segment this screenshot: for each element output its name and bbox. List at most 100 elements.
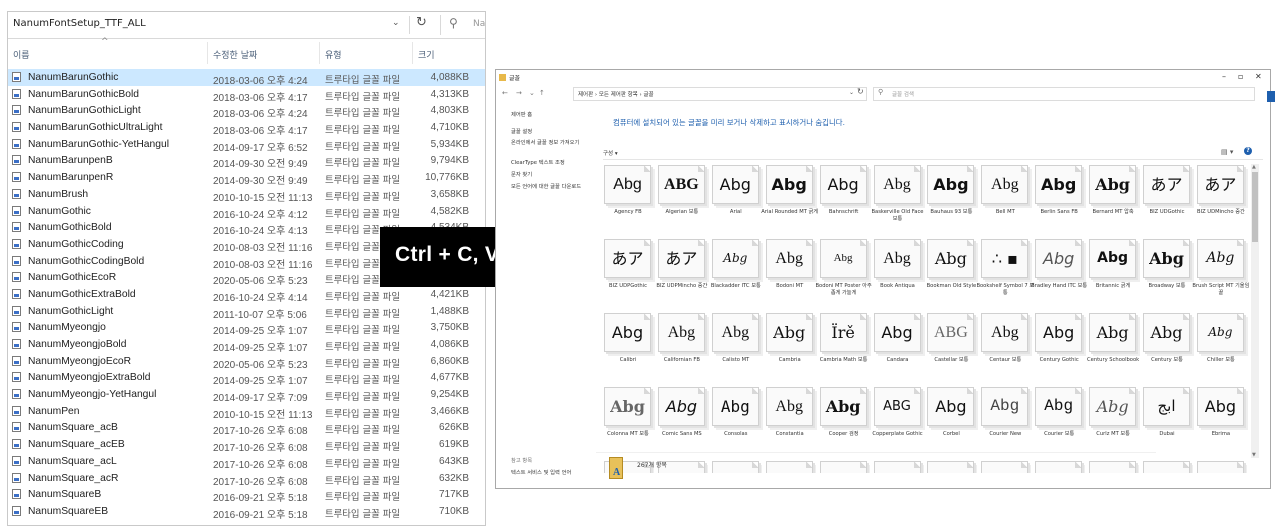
font-tile[interactable]: Abg Ebrima bbox=[1195, 387, 1247, 457]
font-tile[interactable]: Abg Agency FB bbox=[602, 165, 654, 235]
font-tile[interactable]: Abg Bodoni MT bbox=[764, 239, 816, 309]
font-tile[interactable]: Abg Arial bbox=[710, 165, 762, 235]
font-tile[interactable]: Abg Calisto MT bbox=[710, 313, 762, 383]
file-row[interactable]: NanumBarunpenB 2014-09-30 오전 9:49 트루타입 글꼴 … bbox=[8, 152, 485, 170]
close-button[interactable]: ✕ bbox=[1255, 72, 1262, 81]
font-tile[interactable]: ABG Castellar 보통 bbox=[925, 313, 977, 383]
font-tile[interactable]: Abg Courier New bbox=[979, 387, 1031, 457]
font-tile[interactable]: Abg Arial Rounded MT 굵게 bbox=[761, 165, 818, 235]
file-row[interactable]: NanumMyeongjoEcoR 2020-05-06 오후 5:23 트루타입 … bbox=[8, 353, 485, 371]
help-icon[interactable]: ? bbox=[1244, 147, 1252, 155]
column-date[interactable]: 수정한 날짜 bbox=[213, 48, 257, 61]
back-arrow-icon[interactable]: ← bbox=[502, 89, 508, 97]
font-tile[interactable]: Abg Bauhaus 93 보통 bbox=[925, 165, 977, 235]
file-row[interactable]: NanumBrush 2010-10-15 오전 11:13 트루타입 글꼴 파일 3… bbox=[8, 186, 485, 204]
font-tile[interactable]: Abg Bookman Old Style bbox=[925, 239, 977, 309]
scrollbar-thumb[interactable] bbox=[1252, 172, 1258, 242]
file-row[interactable]: NanumSquare_acEB 2017-10-26 오후 6:08 트루타입 글… bbox=[8, 436, 485, 454]
font-tile[interactable]: Abg Californian FB bbox=[656, 313, 708, 383]
column-divider[interactable] bbox=[207, 42, 208, 64]
font-tile[interactable]: Abg Book Antiqua bbox=[872, 239, 924, 309]
refresh-icon[interactable]: ↻ bbox=[416, 15, 427, 30]
address-dropdown-icon[interactable]: ⌄ bbox=[392, 18, 400, 28]
file-row[interactable]: NanumBarunGothicLight 2018-03-06 오후 4:24 트… bbox=[8, 102, 485, 120]
sidebar-link-font-settings[interactable]: 글꼴 설정 bbox=[511, 129, 591, 136]
column-size[interactable]: 크기 bbox=[418, 48, 435, 61]
font-tile[interactable]: Abg Consolas bbox=[710, 387, 762, 457]
font-tile[interactable]: Abg Constantia bbox=[764, 387, 816, 457]
file-row[interactable]: NanumBarunGothicUltraLight 2018-03-06 오후 … bbox=[8, 119, 485, 137]
file-row[interactable]: NanumBarunpenR 2014-09-30 오전 9:49 트루타입 글꼴 … bbox=[8, 169, 485, 187]
sidebar-link-text-services[interactable]: 텍스트 서비스 및 입력 언어 bbox=[511, 470, 591, 477]
address-bar[interactable]: 제어판 › 모든 제어판 항목 › 글꼴 ⌄ bbox=[573, 87, 867, 101]
file-row[interactable]: NanumSquareEB 2016-09-21 오후 5:18 트루타입 글꼴 파… bbox=[8, 503, 485, 521]
font-tile[interactable]: Abg Blackadder ITC 보통 bbox=[710, 239, 762, 309]
view-options-icon[interactable]: ▤ ▾ bbox=[1221, 148, 1233, 156]
minimize-button[interactable]: – bbox=[1222, 72, 1226, 81]
font-tile[interactable]: ABG Algerian 보통 bbox=[656, 165, 708, 235]
file-row[interactable]: NanumPen 2010-10-15 오전 11:13 트루타입 글꼴 파일 3,4… bbox=[8, 403, 485, 421]
scroll-down-icon[interactable]: ▼ bbox=[1252, 452, 1256, 458]
forward-arrow-icon[interactable]: → bbox=[516, 89, 522, 97]
font-tile[interactable]: Abg Colonna MT 보통 bbox=[602, 387, 654, 457]
up-arrow-icon[interactable]: ↑ bbox=[539, 89, 545, 97]
file-row[interactable]: NanumGothicLight 2011-10-07 오후 5:06 트루타입 글… bbox=[8, 303, 485, 321]
file-row[interactable]: NanumBarunGothic 2018-03-06 오후 4:24 트루타입 글… bbox=[8, 69, 485, 87]
font-tile[interactable]: あア BIZ UDMincho 중간 bbox=[1195, 165, 1247, 235]
file-row[interactable]: NanumMyeongjoExtraBold 2014-09-25 오후 1:07… bbox=[8, 369, 485, 387]
font-tile[interactable]: あア BIZ UDGothic bbox=[1141, 165, 1193, 235]
font-tile[interactable]: Ïrě Cambria Math 보통 bbox=[818, 313, 870, 383]
font-tile[interactable]: Abg Comic Sans MS bbox=[656, 387, 708, 457]
font-tile[interactable]: ∴ ▪ Bookshelf Symbol 7 보통 bbox=[976, 239, 1034, 309]
font-tile[interactable]: Abg Curlz MT 보통 bbox=[1087, 387, 1139, 457]
sidebar-link-find-character[interactable]: 문자 찾기 bbox=[511, 172, 591, 179]
font-tile[interactable]: Abg Corbel bbox=[925, 387, 977, 457]
font-tile[interactable]: Abg Bahnschrift bbox=[818, 165, 870, 235]
font-tile[interactable]: Abg Broadway 보통 bbox=[1141, 239, 1193, 309]
column-divider[interactable] bbox=[319, 42, 320, 64]
recent-dropdown-icon[interactable]: ⌄ bbox=[529, 89, 535, 97]
address-path[interactable]: NanumFontSetup_TTF_ALL bbox=[13, 18, 146, 29]
font-tile[interactable]: あア BIZ UDPMincho 중간 bbox=[656, 239, 708, 309]
font-tile[interactable]: Abg Cambria bbox=[764, 313, 816, 383]
sidebar-link-control-panel-home[interactable]: 제어판 홈 bbox=[511, 112, 591, 119]
font-tile[interactable]: ابج Dubai bbox=[1141, 387, 1193, 457]
font-tile-partial[interactable] bbox=[1195, 461, 1247, 473]
font-tile[interactable]: Abg Calibri bbox=[602, 313, 654, 383]
font-tile[interactable]: ABG Copperplate Gothic bbox=[872, 387, 924, 457]
font-tile[interactable]: Abg Bodoni MT Poster 아주 좁게 가늘게 bbox=[815, 239, 872, 309]
font-tile[interactable]: Abg Century Schoolbook bbox=[1087, 313, 1139, 383]
file-row[interactable]: NanumMyeongjoBold 2014-09-25 오후 1:07 트루타입 … bbox=[8, 336, 485, 354]
font-tile[interactable]: Abg Courier 보통 bbox=[1033, 387, 1085, 457]
font-tile[interactable]: Abg Britannic 굵게 bbox=[1087, 239, 1139, 309]
font-tile[interactable]: Abg Bradley Hand ITC 보통 bbox=[1031, 239, 1087, 309]
refresh-icon[interactable]: ↻ bbox=[857, 87, 864, 96]
font-tile[interactable]: Abg Chiller 보통 bbox=[1195, 313, 1247, 383]
file-row[interactable]: NanumMyeongjo 2014-09-25 오후 1:07 트루타입 글꼴 파… bbox=[8, 319, 485, 337]
font-tile[interactable]: Abg Baskerville Old Face 보통 bbox=[871, 165, 924, 235]
font-tile[interactable]: Abg Century Gothic bbox=[1033, 313, 1085, 383]
search-box[interactable]: ⚲ 글꼴 검색 bbox=[873, 87, 1255, 101]
file-row[interactable]: NanumSquare_acB 2017-10-26 오후 6:08 트루타입 글꼴… bbox=[8, 419, 485, 437]
font-tile[interactable]: Abg Brush Script MT 기울임꼴 bbox=[1192, 239, 1249, 309]
font-tile[interactable]: Abg Century 보통 bbox=[1141, 313, 1193, 383]
scroll-up-icon[interactable]: ▲ bbox=[1252, 164, 1256, 170]
sidebar-link-download-fonts[interactable]: 모든 언어에 대한 글꼴 다운로드 bbox=[511, 184, 591, 191]
vertical-scrollbar[interactable]: ▲ ▼ bbox=[1251, 164, 1259, 458]
column-type[interactable]: 유형 bbox=[325, 48, 342, 61]
font-tile[interactable]: あア BIZ UDPGothic bbox=[602, 239, 654, 309]
font-tile[interactable]: Abg Cooper 검정 bbox=[818, 387, 870, 457]
file-row[interactable]: NanumBarunGothicBold 2018-03-06 오후 4:17 트루… bbox=[8, 86, 485, 104]
font-tile[interactable]: Abg Centaur 보통 bbox=[979, 313, 1031, 383]
column-name[interactable]: 이름 bbox=[13, 48, 30, 61]
font-tile[interactable]: Abg Bell MT bbox=[979, 165, 1031, 235]
column-divider[interactable] bbox=[412, 42, 413, 64]
sidebar-link-cleartype[interactable]: ClearType 텍스트 조정 bbox=[511, 160, 591, 167]
maximize-button[interactable]: ▫ bbox=[1238, 72, 1243, 81]
address-dropdown-icon[interactable]: ⌄ bbox=[849, 89, 854, 96]
file-row[interactable]: NanumSquare_acR 2017-10-26 오후 6:08 트루타입 글꼴… bbox=[8, 470, 485, 488]
sidebar-link-get-font-info[interactable]: 온라인에서 글꼴 정보 가져오기 bbox=[511, 140, 591, 147]
file-row[interactable]: NanumMyeongjo-YetHangul 2014-09-17 오후 7:0… bbox=[8, 386, 485, 404]
search-box[interactable]: ⚲ Na bbox=[440, 15, 485, 35]
file-row[interactable]: NanumBarunGothic-YetHangul 2014-09-17 오후 … bbox=[8, 136, 485, 154]
